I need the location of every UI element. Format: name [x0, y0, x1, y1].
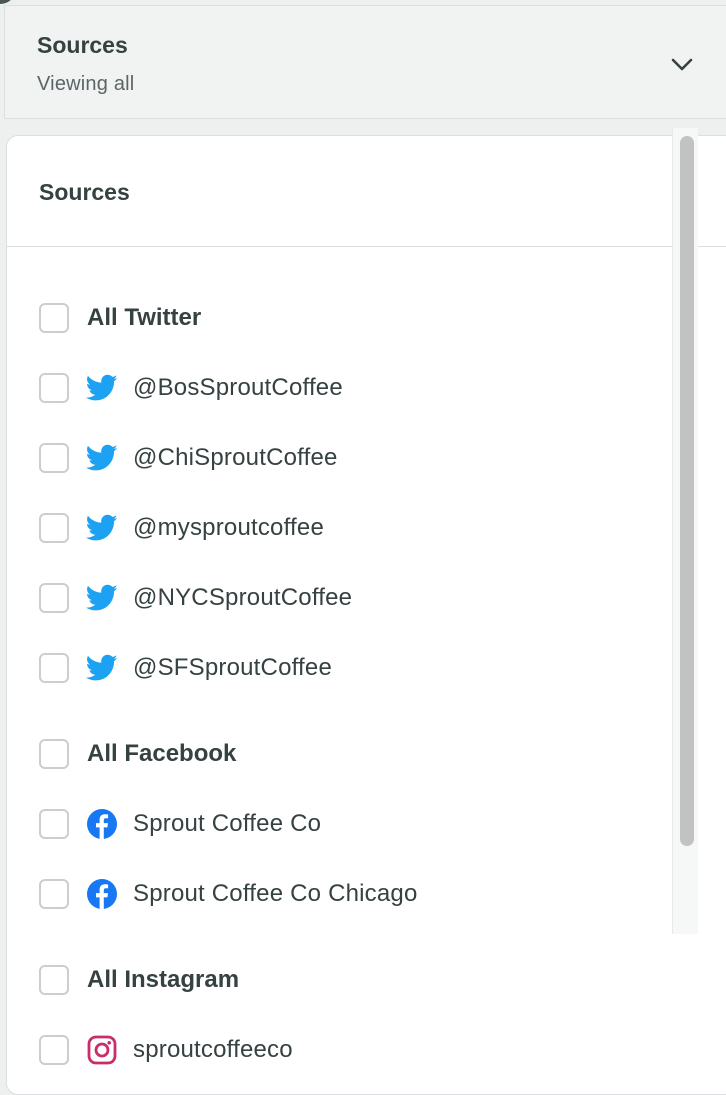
- sources-filter-header[interactable]: Sources Viewing all: [4, 5, 726, 119]
- sources-list: All Twitter @BosSproutCoffee @ChiSproutC…: [7, 247, 726, 1094]
- source-label: @BosSproutCoffee: [133, 374, 343, 401]
- panel-title: Sources: [39, 179, 130, 205]
- group-label-all-facebook: All Facebook: [87, 740, 237, 767]
- all-facebook-checkbox[interactable]: [39, 739, 69, 769]
- source-checkbox[interactable]: [39, 373, 69, 403]
- source-row-twitter[interactable]: @BosSproutCoffee: [39, 368, 343, 408]
- twitter-icon: [85, 511, 119, 545]
- source-row-facebook[interactable]: Sprout Coffee Co: [39, 804, 321, 844]
- source-label: @SFSproutCoffee: [133, 654, 333, 681]
- all-instagram-checkbox[interactable]: [39, 965, 69, 995]
- source-label: @mysproutcoffee: [133, 514, 325, 541]
- source-checkbox[interactable]: [39, 879, 69, 909]
- source-row-twitter[interactable]: @NYCSproutCoffee: [39, 578, 352, 618]
- source-row-instagram[interactable]: sproutcoffeeco: [39, 1030, 293, 1070]
- instagram-icon: [85, 1033, 119, 1067]
- source-checkbox[interactable]: [39, 443, 69, 473]
- sources-header-title: Sources: [37, 32, 128, 58]
- twitter-icon: [85, 651, 119, 685]
- source-label: Sprout Coffee Co: [133, 810, 322, 837]
- twitter-icon: [85, 441, 119, 475]
- facebook-icon: [85, 877, 119, 911]
- source-label: sproutcoffeeco: [133, 1036, 293, 1063]
- source-checkbox[interactable]: [39, 513, 69, 543]
- source-row-twitter[interactable]: @mysproutcoffee: [39, 508, 324, 548]
- sources-dropdown-panel: Sources All Twitter @BosSproutCoffee @Ch…: [6, 135, 726, 1095]
- source-label: Sprout Coffee Co Chicago: [133, 880, 418, 907]
- source-checkbox[interactable]: [39, 1035, 69, 1065]
- group-row-all-facebook[interactable]: All Facebook: [39, 734, 236, 774]
- window-corner-decoration: [0, 0, 14, 4]
- group-label-all-twitter: All Twitter: [87, 304, 202, 331]
- source-row-twitter[interactable]: @ChiSproutCoffee: [39, 438, 338, 478]
- sources-header-subtitle: Viewing all: [37, 73, 135, 95]
- chevron-down-icon[interactable]: [667, 50, 697, 80]
- twitter-icon: [85, 371, 119, 405]
- source-checkbox[interactable]: [39, 809, 69, 839]
- source-row-twitter[interactable]: @SFSproutCoffee: [39, 648, 332, 688]
- source-checkbox[interactable]: [39, 653, 69, 683]
- source-row-facebook[interactable]: Sprout Coffee Co Chicago: [39, 874, 418, 914]
- group-row-all-twitter[interactable]: All Twitter: [39, 298, 201, 338]
- facebook-icon: [85, 807, 119, 841]
- source-checkbox[interactable]: [39, 583, 69, 613]
- source-label: @ChiSproutCoffee: [133, 444, 338, 471]
- all-twitter-checkbox[interactable]: [39, 303, 69, 333]
- source-label: @NYCSproutCoffee: [133, 584, 353, 611]
- twitter-icon: [85, 581, 119, 615]
- group-row-all-instagram[interactable]: All Instagram: [39, 960, 239, 1000]
- group-label-all-instagram: All Instagram: [87, 966, 240, 993]
- scrollbar-thumb[interactable]: [680, 136, 694, 846]
